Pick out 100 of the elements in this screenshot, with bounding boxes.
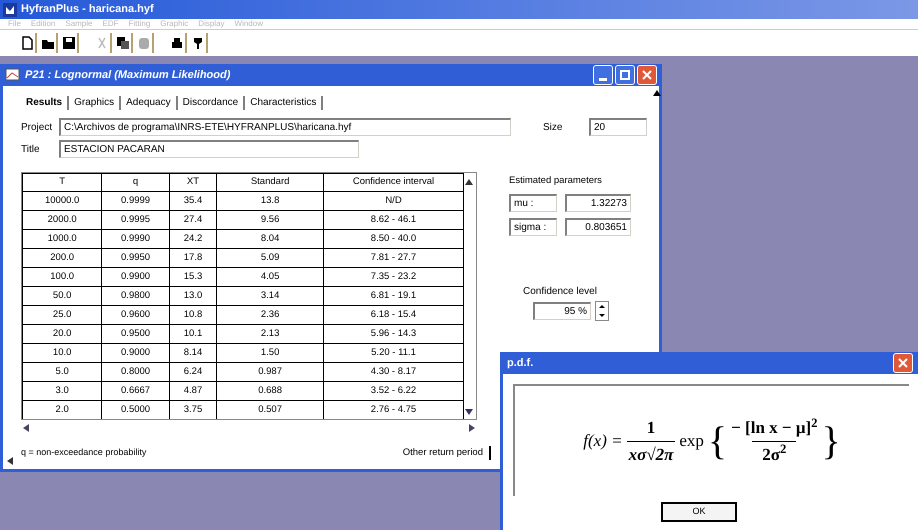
app-title: HyfranPlus - haricana.hyf — [21, 2, 154, 18]
brace: } — [822, 421, 841, 461]
tab[interactable]: Adequacy — [121, 96, 178, 110]
table-cell: 6.81 - 19.1 — [324, 286, 464, 306]
minimize-icon — [599, 78, 607, 81]
size-field[interactable]: 20 — [589, 118, 647, 136]
project-field[interactable]: C:\Archivos de programa\INRS-ETE\HYFRANPLUS\haricana.hyf — [59, 118, 511, 136]
brace: { — [708, 421, 728, 461]
other-return-period-button[interactable]: Other return period — [402, 446, 491, 460]
scroll-left-icon[interactable] — [7, 457, 13, 465]
table-cell: 8.50 - 40.0 — [324, 230, 464, 248]
table-cell: 8.62 - 46.1 — [324, 210, 464, 230]
formula-function: exp — [679, 430, 704, 452]
table-cell: 6.18 - 15.4 — [324, 306, 464, 324]
table-cell: 10.1 — [169, 324, 217, 344]
parameter-field[interactable]: 0.803651 — [565, 218, 631, 236]
parameter-label[interactable]: sigma : — [509, 218, 557, 236]
column-header: q — [102, 174, 170, 192]
fraction-denominator: 2σ$^{2}$ — [752, 440, 796, 467]
app-icon — [3, 2, 17, 16]
up-icon — [599, 305, 605, 308]
table-cell: 0.688 — [216, 382, 324, 400]
table-cell: 17.8 — [169, 248, 217, 268]
scroll-up-icon — [465, 179, 473, 185]
column-header: T — [22, 174, 102, 192]
table-cell: 4.05 — [216, 268, 324, 286]
parameter-field[interactable]: 1.32273 — [565, 194, 631, 212]
table-cell: 7.81 - 27.7 — [324, 248, 464, 268]
window-icon — [5, 68, 21, 82]
table-cell: 0.9000 — [102, 344, 170, 362]
table-cell: 5.09 — [216, 248, 324, 268]
table-cell: 27.4 — [169, 210, 217, 230]
table-cell: 10.8 — [169, 306, 217, 324]
table-cell: 2000.0 — [22, 210, 102, 230]
tab[interactable]: Results — [21, 96, 70, 110]
table-cell: 0.9500 — [102, 324, 170, 344]
fraction-denominator: xσ√2π — [626, 440, 676, 467]
field-label: Project — [21, 120, 54, 134]
section-title: Confidence level — [523, 285, 598, 300]
table-cell: 4.30 - 8.17 — [324, 362, 464, 382]
table-cell: 9.56 — [216, 210, 324, 230]
field-label: Size — [543, 120, 564, 134]
table-cell: 13.8 — [216, 192, 324, 210]
tab[interactable]: Graphics — [69, 96, 122, 110]
ok-button[interactable]: OK — [661, 502, 737, 522]
table-cell: 0.9800 — [102, 286, 170, 306]
table-cell: 8.04 — [216, 230, 324, 248]
table-cell: 20.0 — [22, 324, 102, 344]
table-cell: 0.8000 — [102, 362, 170, 382]
table-cell: 0.9999 — [102, 192, 170, 210]
parameter-label[interactable]: mu : — [509, 194, 557, 212]
copy-button[interactable] — [114, 33, 133, 53]
table-cell: 50.0 — [22, 286, 102, 306]
dialog-title: p.d.f. — [507, 356, 534, 371]
tab[interactable]: Discordance — [178, 96, 246, 110]
close-button[interactable] — [893, 353, 913, 373]
close-button[interactable] — [637, 65, 657, 85]
table-cell: 7.35 - 23.2 — [324, 268, 464, 286]
table-cell: 10000.0 — [22, 192, 102, 210]
open-folder-button[interactable] — [39, 33, 58, 53]
field-label: Title — [21, 142, 41, 156]
table-cell: 6.24 — [169, 362, 217, 382]
minimize-button[interactable] — [593, 65, 613, 85]
section-title: Estimated parameters — [509, 174, 603, 188]
tab[interactable]: Characteristics — [245, 96, 324, 110]
column-header: Confidence interval — [324, 174, 464, 192]
close-icon — [898, 358, 908, 368]
down-icon — [599, 314, 605, 318]
scroll-right-icon[interactable] — [469, 424, 475, 432]
table-cell: 2.36 — [216, 306, 324, 324]
table-cell: 8.14 — [169, 344, 217, 362]
table-cell: 2.13 — [216, 324, 324, 344]
table-cell: 3.52 - 6.22 — [324, 382, 464, 400]
close-icon — [642, 70, 652, 80]
table-cell: 35.4 — [169, 192, 217, 210]
table-cell: 25.0 — [22, 306, 102, 324]
table-cell: 5.96 - 14.3 — [324, 324, 464, 344]
copy-icon — [116, 36, 130, 50]
table-cell: 100.0 — [22, 268, 102, 286]
table-cell: 0.9900 — [102, 268, 170, 286]
title-field[interactable]: ESTACION PACARAN — [59, 140, 359, 158]
maximize-icon — [620, 70, 630, 80]
table-cell: 10.0 — [22, 344, 102, 362]
formula-lhs: f(x) = — [583, 430, 623, 452]
table-cell: 2.0 — [22, 400, 102, 419]
confidence-level-field[interactable]: 95 % — [533, 302, 591, 320]
scroll-up-icon[interactable] — [653, 90, 661, 96]
table-cell: 0.9990 — [102, 230, 170, 248]
fraction-numerator: 1 — [646, 417, 656, 439]
table-cell: 3.14 — [216, 286, 324, 306]
spinner[interactable] — [595, 301, 609, 322]
table-cell: 0.9995 — [102, 210, 170, 230]
save-button[interactable] — [60, 33, 79, 53]
maximize-button[interactable] — [615, 65, 635, 85]
table-cell: 4.87 — [169, 382, 217, 400]
table-cell: 3.0 — [22, 382, 102, 400]
table-cell: 1.50 — [216, 344, 324, 362]
table-cell: 24.2 — [169, 230, 217, 248]
scroll-left-icon[interactable] — [23, 424, 29, 432]
fraction-numerator: − [ln x − μ]$^{2}$ — [731, 415, 818, 439]
